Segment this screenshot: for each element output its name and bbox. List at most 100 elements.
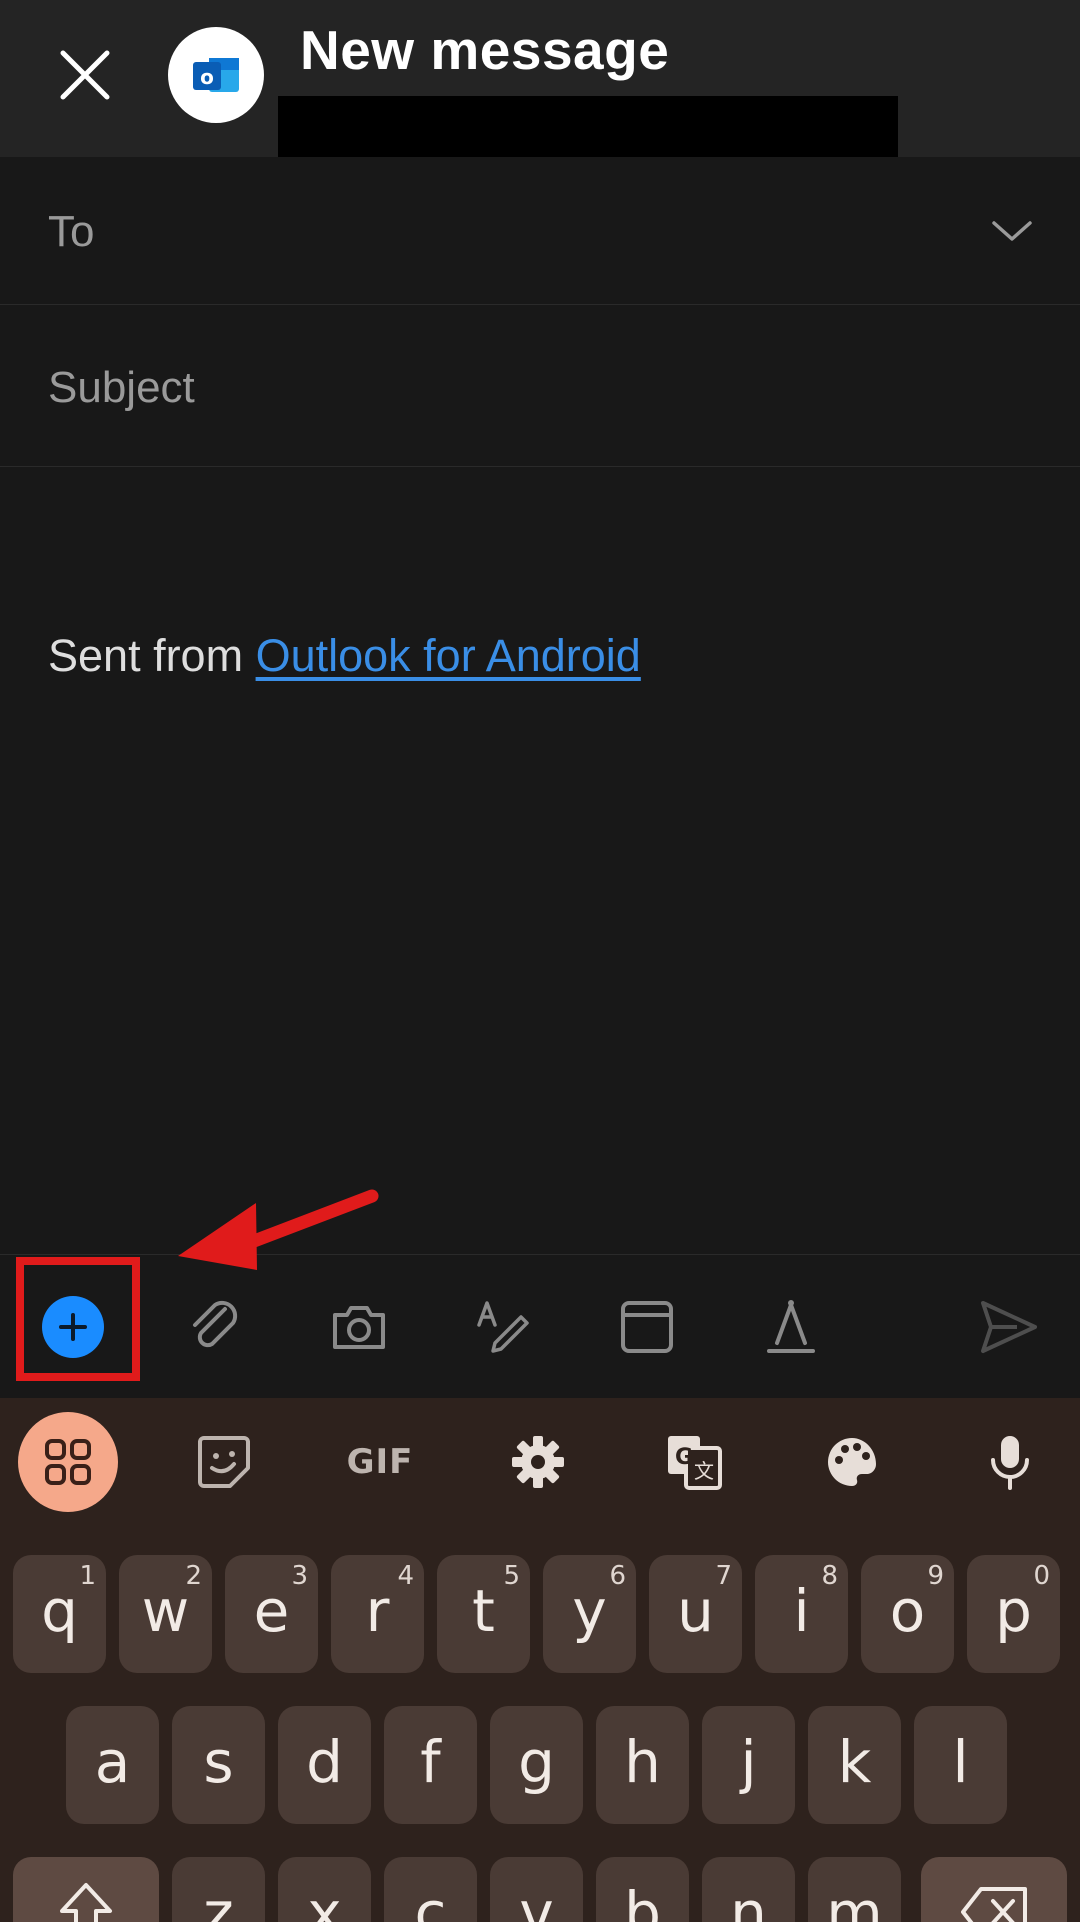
close-button[interactable] [40,30,130,120]
key-n[interactable]: n [702,1857,795,1922]
calendar-button[interactable] [592,1255,702,1399]
key-w[interactable]: w2 [119,1555,212,1673]
apps-grid-button[interactable] [18,1412,118,1512]
theme-button[interactable] [802,1412,902,1512]
subject-label: Subject [48,363,195,412]
key-s[interactable]: s [172,1706,265,1824]
to-label: To [48,207,95,256]
key-j-label: j [740,1728,757,1796]
key-x[interactable]: x [278,1857,371,1922]
key-k[interactable]: k [808,1706,901,1824]
page-title: New message [300,19,670,81]
signature-link[interactable]: Outlook for Android [256,630,641,681]
key-l-label: l [952,1728,969,1796]
key-o[interactable]: o9 [861,1555,954,1673]
attach-icon [193,1300,238,1348]
handwriting-button[interactable] [448,1255,558,1399]
message-body[interactable]: Sent from Outlook for Android [48,630,641,682]
camera-button[interactable] [304,1255,414,1399]
key-q[interactable]: q1 [13,1555,106,1673]
compose-toolbar [0,1254,1080,1398]
key-y[interactable]: y6 [543,1555,636,1673]
compose-screen: o New message To Subject Sent from Outlo… [0,0,1080,1922]
key-l[interactable]: l [914,1706,1007,1824]
key-m[interactable]: m [808,1857,901,1922]
send-button[interactable] [954,1255,1064,1399]
subject-field[interactable]: Subject [0,305,1080,467]
chevron-down-icon[interactable] [990,209,1034,253]
soft-keyboard: GIF G 文 q 1 w 2 e 3 r 4 t 5 y 6 u 7 i 8 … [0,1398,1080,1922]
key-g[interactable]: g [490,1706,583,1824]
key-p[interactable]: p0 [967,1555,1060,1673]
signature-prefix: Sent from [48,630,256,681]
key-u[interactable]: u7 [649,1555,742,1673]
key-g-label: g [518,1728,555,1796]
gif-label: GIF [346,1442,414,1482]
key-c-label: c [414,1879,447,1922]
outlook-icon: o [193,58,239,92]
calendar-icon [621,1301,673,1353]
key-f[interactable]: f [384,1706,477,1824]
key-f-label: f [420,1728,441,1796]
key-j[interactable]: j [702,1706,795,1824]
send-icon [981,1301,1037,1353]
outlook-icon-letter: o [200,65,214,89]
sticker-button[interactable] [174,1412,274,1512]
key-e[interactable]: e3 [225,1555,318,1673]
key-v-label: v [519,1879,554,1922]
key-q-hint: 1 [79,1561,96,1591]
redacted-account-email [278,96,898,157]
palette-icon [828,1438,877,1486]
key-u-hint: 7 [715,1561,732,1591]
key-a[interactable]: a [66,1706,159,1824]
microphone-icon [991,1436,1029,1490]
camera-icon [333,1306,385,1349]
key-n-label: n [730,1879,767,1922]
key-e-hint: 3 [291,1561,308,1591]
key-d[interactable]: d [278,1706,371,1824]
attach-button[interactable] [160,1255,270,1399]
key-t-hint: 5 [503,1561,520,1591]
translate-icon: G 文 [668,1436,722,1490]
gear-icon [512,1436,564,1488]
close-icon [60,50,110,100]
backspace-icon [961,1887,1027,1922]
key-m-label: m [826,1879,883,1922]
key-w-hint: 2 [185,1561,202,1591]
key-b-label: b [624,1879,661,1922]
key-b[interactable]: b [596,1857,689,1922]
key-p-hint: 0 [1033,1561,1050,1591]
shift-key[interactable] [13,1857,159,1922]
key-s-label: s [203,1728,234,1796]
to-field[interactable]: To [0,157,1080,305]
key-t[interactable]: t5 [437,1555,530,1673]
sticker-icon [198,1436,250,1488]
gif-button[interactable]: GIF [330,1412,430,1512]
key-y-hint: 6 [609,1561,626,1591]
key-r[interactable]: r4 [331,1555,424,1673]
backspace-key[interactable] [921,1857,1067,1922]
app-header: o New message [0,0,1080,157]
svg-text:G: G [675,1445,693,1470]
key-c[interactable]: c [384,1857,477,1922]
key-z-label: z [203,1879,234,1922]
shift-icon [60,1883,112,1922]
apps-grid-icon [45,1439,91,1485]
annotation-highlight-box [16,1257,140,1381]
key-h-label: h [624,1728,661,1796]
key-v[interactable]: v [490,1857,583,1922]
keyboard-settings-button[interactable] [488,1412,588,1512]
key-k-label: k [837,1728,872,1796]
key-d-label: d [306,1728,343,1796]
voice-input-button[interactable] [960,1412,1060,1512]
key-i[interactable]: i8 [755,1555,848,1673]
format-button[interactable] [736,1255,846,1399]
translate-button[interactable]: G 文 [644,1412,744,1512]
svg-text:文: 文 [694,1459,714,1483]
account-avatar[interactable]: o [168,27,264,123]
key-i-hint: 8 [821,1561,838,1591]
key-z[interactable]: z [172,1857,265,1922]
key-h[interactable]: h [596,1706,689,1824]
key-x-label: x [307,1879,342,1922]
key-r-hint: 4 [397,1561,414,1591]
